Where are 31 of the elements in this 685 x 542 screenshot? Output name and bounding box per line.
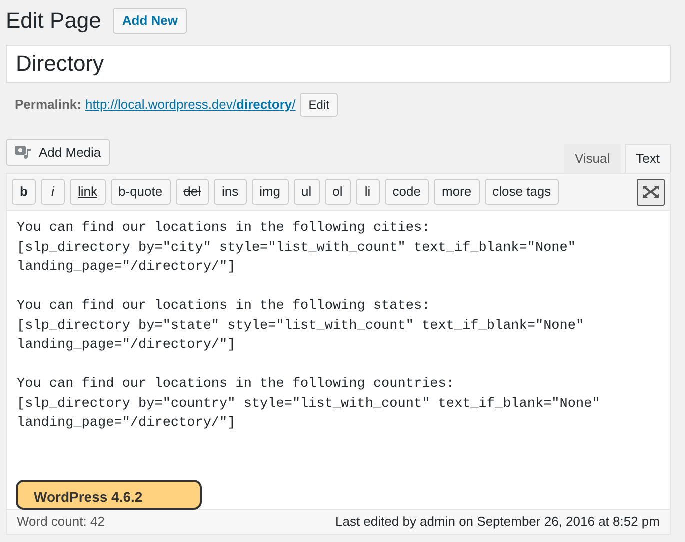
toolbar-button[interactable]: b-quote — [110, 179, 171, 205]
content-paragraph: You can find our locations in the following countries: [slp_directory by="country" style="list_with_count" text_if_blank="None" landing_page="/directory/"] — [17, 376, 602, 433]
edit-permalink-button[interactable]: Edit — [300, 93, 338, 117]
version-badge: WordPress 4.6.2 — [16, 480, 202, 510]
toolbar-button[interactable]: ol — [324, 179, 351, 205]
toolbar-button[interactable]: b — [12, 179, 36, 205]
toolbar-button[interactable]: ul — [294, 179, 320, 205]
toolbar-button[interactable]: img — [252, 179, 289, 205]
toolbar-button[interactable]: del — [176, 179, 209, 205]
permalink-link[interactable]: http://local.wordpress.dev/directory/ — [85, 95, 296, 115]
toolbar-button[interactable]: i — [41, 179, 65, 205]
toolbar-button[interactable]: code — [384, 179, 429, 205]
editor-tab[interactable]: Visual — [564, 144, 622, 173]
toolbar-button[interactable]: ins — [214, 179, 247, 205]
content-paragraph: You can find our locations in the following cities: [slp_directory by="city" style="list_with_count" text_if_blank="None" landing_page="/directory/"] — [17, 220, 577, 277]
editor-tab[interactable]: Text — [625, 144, 671, 173]
expand-icon — [642, 185, 660, 199]
content-paragraph: You can find our locations in the following states: [slp_directory by="state" style="list_with_count" text_if_blank="None" landing_page="/directory/"] — [17, 298, 586, 355]
add-media-button[interactable]: Add Media — [6, 139, 110, 166]
permalink-label: Permalink: — [15, 96, 82, 114]
toolbar-button[interactable]: close tags — [484, 179, 560, 205]
toolbar-button[interactable]: li — [356, 179, 380, 205]
media-icon — [15, 145, 33, 160]
toolbar-button[interactable]: link — [70, 179, 106, 205]
page-title: Edit Page — [6, 10, 102, 32]
fullscreen-button[interactable] — [637, 178, 665, 206]
word-count: Word count: 42 — [17, 513, 105, 532]
last-edited-text: Last edited by admin on September 26, 2016 at 8:52 pm — [336, 513, 660, 532]
toolbar-button[interactable]: more — [434, 179, 480, 205]
title-field[interactable]: Directory — [6, 45, 671, 83]
add-new-button[interactable]: Add New — [113, 8, 188, 34]
